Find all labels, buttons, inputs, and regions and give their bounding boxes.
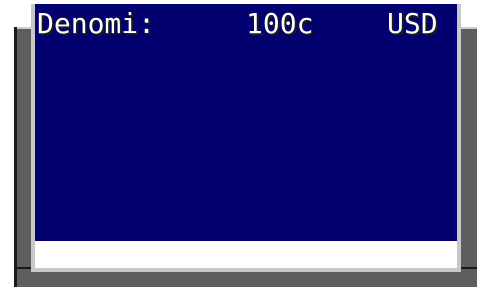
denomination-header: Denomi: 100c USD <box>35 4 457 44</box>
frame-left-edge <box>14 27 17 287</box>
display-screen: Denomi: 100c USD <box>35 4 457 241</box>
device-display: Denomi: 100c USD <box>0 0 477 287</box>
denomination-label: Denomi: <box>37 7 156 40</box>
status-bar <box>35 241 457 268</box>
currency-code: USD <box>387 7 438 40</box>
denomination-value: 100c <box>246 7 314 40</box>
